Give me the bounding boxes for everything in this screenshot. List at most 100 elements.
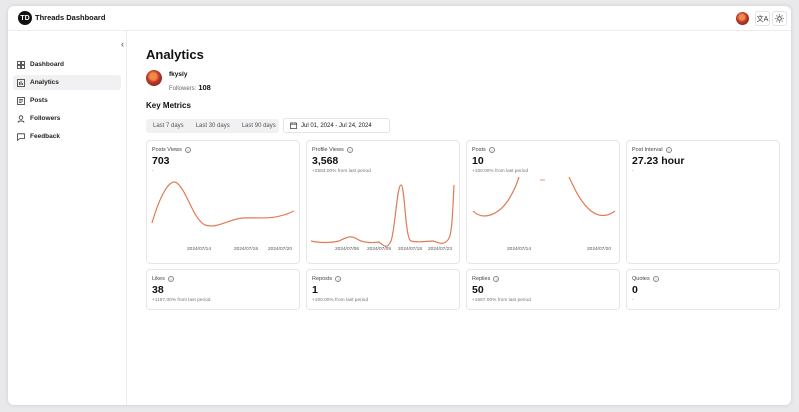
card-change: +1167.00% from last period xyxy=(152,298,211,303)
card-value: 703 xyxy=(152,155,170,167)
card-value: 3,568 xyxy=(312,155,339,167)
line-chart xyxy=(310,184,455,247)
avatar[interactable] xyxy=(736,12,749,25)
user-icon xyxy=(17,114,25,123)
info-icon[interactable]: ? xyxy=(493,276,500,282)
card-label-text: Profile Views xyxy=(312,147,344,153)
sun-icon xyxy=(775,14,784,23)
page-title: Analytics xyxy=(146,47,204,62)
card-change: +1567.00% from last period xyxy=(472,298,531,303)
card-value: 10 xyxy=(472,155,484,167)
card-value: 50 xyxy=(472,284,484,296)
chart-icon xyxy=(17,78,25,87)
metric-card-replies: Replies? 50 +1567.00% from last period xyxy=(466,269,620,310)
sidebar-item-followers[interactable]: Followers xyxy=(13,111,121,126)
card-change: - xyxy=(632,169,634,174)
sidebar-item-dashboard[interactable]: Dashboard xyxy=(13,57,121,72)
sidebar-item-posts[interactable]: Posts xyxy=(13,93,121,108)
tick-label: 2024/07/09 xyxy=(367,247,392,252)
card-change: - xyxy=(632,298,634,303)
sidebar-item-label: Feedback xyxy=(30,133,60,140)
tick-label: 2024/07/18 xyxy=(234,247,259,252)
range-7-days-button[interactable]: Last 7 days xyxy=(146,123,189,129)
date-range-picker[interactable]: Jul 01, 2024 - Jul 24, 2024 xyxy=(283,118,390,133)
top-bar: TD Threads Dashboard 文A xyxy=(8,6,791,31)
card-change: - xyxy=(152,169,154,174)
info-icon[interactable]: ? xyxy=(652,276,659,282)
card-value: 27.23 hour xyxy=(632,155,685,167)
message-icon xyxy=(17,132,25,141)
followers-label: Followers: xyxy=(169,86,197,92)
metric-card-posts-views: Posts Views? 703 - 2024/07/14 2024/07/18… xyxy=(146,140,300,264)
card-label-text: Post Interval xyxy=(632,147,663,153)
info-icon[interactable]: ? xyxy=(184,147,191,153)
theme-toggle-button[interactable] xyxy=(772,11,787,26)
info-icon[interactable]: ? xyxy=(488,147,495,153)
translate-button[interactable]: 文A xyxy=(755,11,770,26)
info-icon[interactable]: ? xyxy=(335,276,342,282)
tick-label: 2024/07/06 xyxy=(335,247,360,252)
metric-card-likes: Likes? 38 +1167.00% from last period xyxy=(146,269,300,310)
card-label-text: Posts xyxy=(472,147,486,153)
date-range-label: Jul 01, 2024 - Jul 24, 2024 xyxy=(301,122,372,129)
card-label-text: Reposts xyxy=(312,276,333,282)
sidebar-item-label: Posts xyxy=(30,97,48,104)
app-title[interactable]: Threads Dashboard xyxy=(35,13,105,22)
card-change: +100.00% from last period xyxy=(312,298,369,303)
sidebar-item-analytics[interactable]: Analytics xyxy=(13,75,121,90)
sidebar-item-label: Followers xyxy=(30,115,61,122)
sidebar: ‹ Dashboard Analytics Posts Followers Fe… xyxy=(8,31,127,405)
card-change: +2583.00% from last period xyxy=(312,169,371,174)
tick-label: 2024/07/14 xyxy=(507,247,532,252)
card-change: +100.00% from last period xyxy=(472,169,529,174)
tick-label: 2024/07/18 xyxy=(398,247,423,252)
card-label: Posts? xyxy=(472,147,495,153)
range-30-days-button[interactable]: Last 30 days xyxy=(189,123,235,129)
card-label-text: Posts Views xyxy=(152,147,182,153)
username: fkysly xyxy=(169,71,188,78)
tick-label: 2024/07/20 xyxy=(268,247,293,252)
card-value: 1 xyxy=(312,284,318,296)
app-logo[interactable]: TD xyxy=(18,11,32,25)
metric-card-posts: Posts? 10 +100.00% from last period 2024… xyxy=(466,140,620,264)
card-label-text: Quotes xyxy=(632,276,650,282)
range-90-days-button[interactable]: Last 90 days xyxy=(235,123,281,129)
line-chart xyxy=(472,176,616,217)
info-icon[interactable]: ? xyxy=(167,276,174,282)
line-chart xyxy=(151,181,295,227)
card-label: Replies? xyxy=(472,276,500,282)
card-label: Reposts? xyxy=(312,276,342,282)
range-selector: Last 7 days Last 30 days Last 90 days xyxy=(146,119,279,133)
tick-label: 2024/07/23 xyxy=(428,247,453,252)
metric-card-profile-views: Profile Views? 3,568 +2583.00% from last… xyxy=(306,140,460,264)
sidebar-item-feedback[interactable]: Feedback xyxy=(13,129,121,144)
card-label: Likes? xyxy=(152,276,174,282)
card-label-text: Replies xyxy=(472,276,491,282)
sidebar-item-label: Dashboard xyxy=(30,61,64,68)
card-label-text: Likes xyxy=(152,276,165,282)
key-metrics-title: Key Metrics xyxy=(146,101,191,110)
tick-label: 2024/07/14 xyxy=(187,247,212,252)
card-value: 0 xyxy=(632,284,638,296)
app-window: TD Threads Dashboard 文A ‹ Dashboard Anal… xyxy=(8,6,791,405)
metric-card-post-interval: Post Interval? 27.23 hour - xyxy=(626,140,780,264)
card-label: Profile Views? xyxy=(312,147,353,153)
info-icon[interactable]: ? xyxy=(665,147,672,153)
card-value: 38 xyxy=(152,284,164,296)
sidebar-item-label: Analytics xyxy=(30,79,59,86)
card-label: Post Interval? xyxy=(632,147,672,153)
translate-icon: 文A xyxy=(756,15,769,23)
dashboard-icon xyxy=(17,60,25,69)
card-label: Posts Views? xyxy=(152,147,191,153)
followers-count: Followers: 108 xyxy=(169,83,211,92)
info-icon[interactable]: ? xyxy=(346,147,353,153)
chevron-left-icon[interactable]: ‹ xyxy=(121,39,124,49)
calendar-icon xyxy=(290,122,297,129)
avatar[interactable] xyxy=(146,70,162,86)
metric-card-reposts: Reposts? 1 +100.00% from last period xyxy=(306,269,460,310)
followers-value: 108 xyxy=(198,83,211,92)
posts-icon xyxy=(17,96,25,105)
card-label: Quotes? xyxy=(632,276,659,282)
tick-label: 2024/07/20 xyxy=(587,247,612,252)
metric-card-quotes: Quotes? 0 - xyxy=(626,269,780,310)
